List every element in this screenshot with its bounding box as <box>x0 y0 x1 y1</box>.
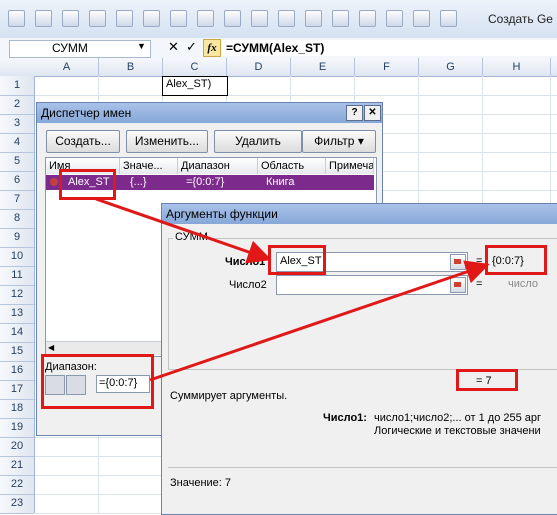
annotation-arrows <box>95 197 490 382</box>
arrow-range-to-result <box>149 260 490 382</box>
arrow-name-to-arg <box>95 197 272 264</box>
